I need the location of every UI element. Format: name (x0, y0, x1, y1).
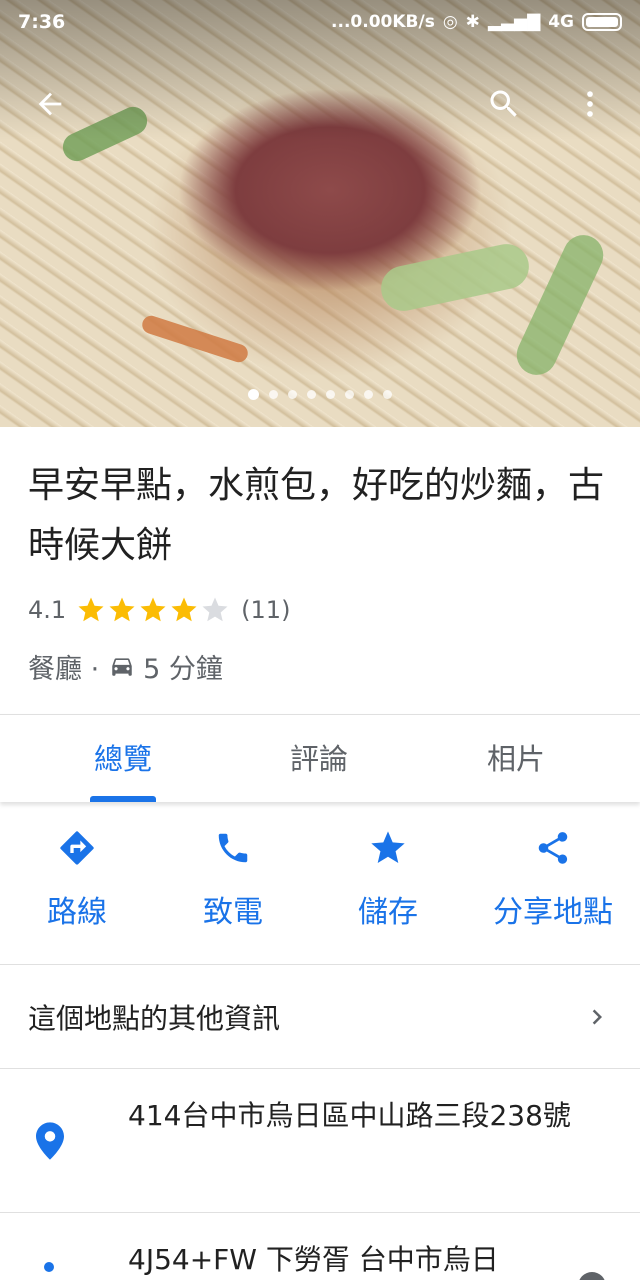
plus-code-icon (44, 1262, 54, 1272)
pager-dot[interactable] (364, 390, 373, 399)
star-empty-icon (202, 597, 228, 622)
call-button[interactable]: 致電 (188, 815, 278, 931)
save-label: 儲存 (358, 895, 418, 930)
more-vert-icon (587, 91, 593, 117)
review-count: (11) (241, 596, 291, 624)
photo-pager (0, 389, 640, 400)
more-info-label: 這個地點的其他資訊 (28, 1002, 281, 1035)
tab-overview[interactable]: 總覽 (0, 715, 246, 802)
pager-dot[interactable] (307, 390, 316, 399)
rating-value: 4.1 (28, 596, 67, 624)
car-icon (112, 658, 132, 676)
tab-photos[interactable]: 相片 (392, 715, 640, 802)
star-icon (371, 831, 405, 863)
network-speed: ...0.00KB/s (331, 12, 435, 32)
hero-photo[interactable]: 7:36 ...0.00KB/s ◎ ✱ ▂▃▅▇ 4G (0, 0, 640, 427)
share-button[interactable]: 分享地點 (486, 815, 620, 931)
divider (0, 1212, 640, 1213)
directions-label: 路線 (47, 895, 107, 930)
star-full-icon (140, 597, 166, 622)
more-options-button[interactable] (568, 82, 612, 126)
action-bar: 路線 致電 儲存 分享地點 (0, 815, 640, 963)
status-icons: ...0.00KB/s ◎ ✱ ▂▃▅▇ 4G (331, 12, 622, 32)
pager-dot[interactable] (248, 389, 259, 400)
star-full-icon (78, 597, 104, 622)
bluetooth-icon: ✱ (465, 12, 480, 32)
chevron-right-icon (592, 1009, 602, 1025)
tab-bar: 總覽 評論 相片 (0, 714, 640, 802)
more-info-row[interactable]: 這個地點的其他資訊 (0, 966, 640, 1068)
status-time: 7:36 (18, 11, 66, 33)
drive-time: 5 分鐘 (143, 653, 223, 685)
divider (0, 1068, 640, 1069)
rating-stars (76, 595, 231, 625)
share-icon (538, 832, 568, 864)
hotspot-icon: ◎ (442, 12, 458, 32)
status-bar: 7:36 ...0.00KB/s ◎ ✱ ▂▃▅▇ 4G (0, 0, 640, 44)
battery-icon (582, 13, 622, 31)
signal-icon: ▂▃▅▇ (487, 12, 541, 32)
directions-icon (60, 831, 94, 865)
pager-dot[interactable] (288, 390, 297, 399)
pager-dot[interactable] (326, 390, 335, 399)
plus-code-text: 4J54+FW 下勞胥 台中市烏日 (128, 1243, 499, 1276)
phone-icon (218, 833, 248, 863)
back-button[interactable] (28, 82, 72, 126)
call-label: 致電 (203, 895, 263, 930)
save-button[interactable]: 儲存 (343, 815, 433, 931)
location-pin-icon (36, 1122, 64, 1160)
arrow-back-icon (38, 92, 62, 116)
search-icon (490, 90, 517, 117)
rating-row[interactable]: 4.1 (11) (28, 592, 290, 628)
meta-row: 餐廳 · 5 分鐘 (28, 648, 223, 685)
category-label: 餐廳 · (28, 653, 100, 685)
star-full-icon (109, 597, 135, 622)
pager-dot[interactable] (383, 390, 392, 399)
share-label: 分享地點 (493, 895, 613, 930)
directions-button[interactable]: 路線 (32, 815, 122, 931)
place-title: 早安早點，水煎包，好吃的炒麵，古時候大餅 (28, 465, 605, 566)
pager-dot[interactable] (345, 390, 354, 399)
network-type: 4G (548, 12, 574, 32)
star-full-icon (171, 597, 197, 622)
photo-shade (0, 0, 640, 427)
divider (0, 964, 640, 965)
pager-dot[interactable] (269, 390, 278, 399)
tab-reviews[interactable]: 評論 (246, 715, 392, 802)
help-icon[interactable] (578, 1272, 606, 1280)
address-text: 414台中市烏日區中山路三段238號 (128, 1099, 571, 1132)
search-button[interactable] (482, 82, 526, 126)
